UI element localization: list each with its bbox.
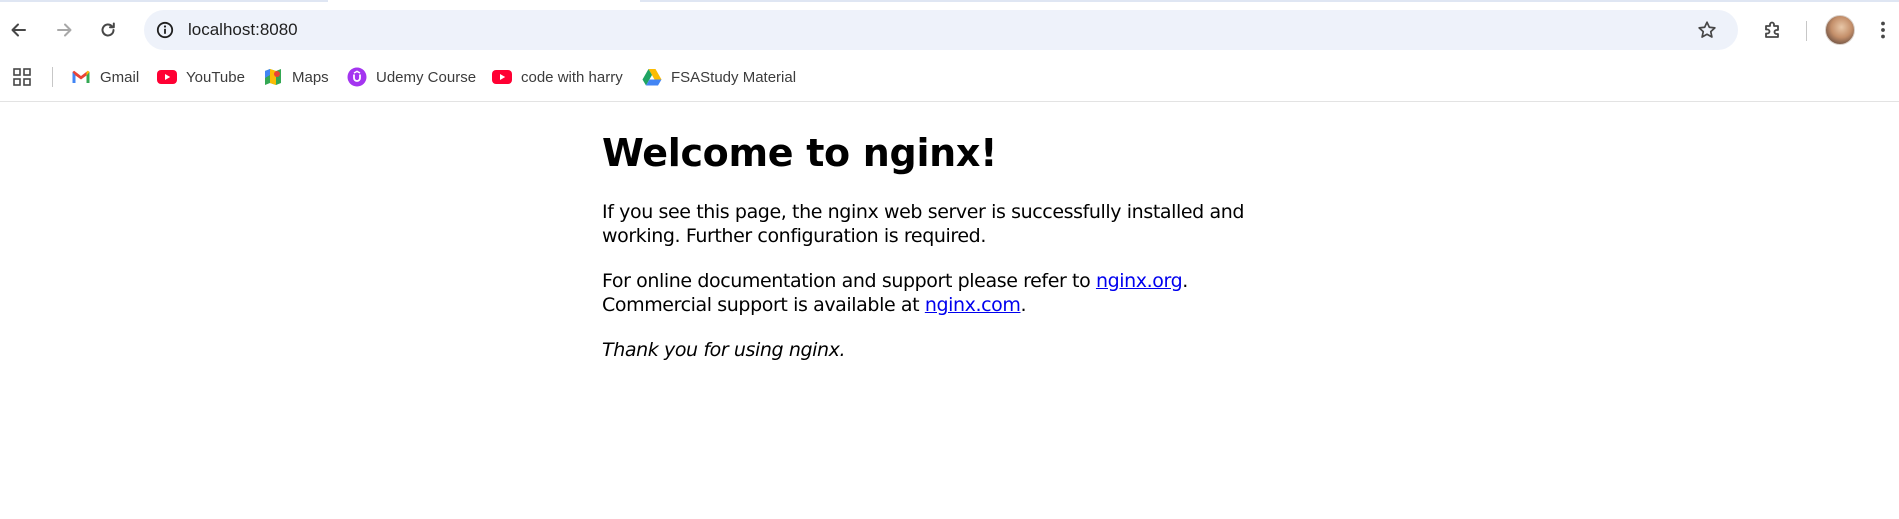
- page-title: Welcome to nginx!: [602, 131, 998, 175]
- back-button[interactable]: [2, 13, 36, 47]
- intro-paragraph: If you see this page, the nginx web serv…: [602, 201, 1244, 247]
- menu-button[interactable]: [1866, 13, 1899, 47]
- bookmark-code-with-harry[interactable]: code with harry: [492, 65, 623, 89]
- drive-icon: [642, 67, 662, 87]
- bookmarks-bar: Gmail YouTube Maps Udemy Course code wit…: [0, 53, 1899, 102]
- url-text[interactable]: localhost:8080: [188, 10, 298, 50]
- reload-icon: [101, 22, 115, 37]
- bookmark-star-icon[interactable]: [1696, 19, 1718, 41]
- profile-avatar[interactable]: [1825, 15, 1855, 45]
- bookmark-label: Udemy Course: [376, 68, 477, 86]
- apps-grid-icon[interactable]: [12, 67, 32, 87]
- docs-paragraph: For online documentation and support ple…: [602, 269, 1262, 317]
- bookmark-udemy[interactable]: Udemy Course: [347, 65, 476, 89]
- bookmarks-separator: [52, 67, 53, 87]
- browser-toolbar: localhost:8080: [0, 7, 1899, 53]
- nginx-com-link[interactable]: nginx.com: [925, 294, 1021, 316]
- commercial-period: .: [1020, 294, 1027, 316]
- thanks-text: Thank you for using nginx.: [602, 339, 846, 361]
- address-bar[interactable]: localhost:8080: [144, 10, 1738, 50]
- youtube-icon: [492, 67, 512, 87]
- gmail-icon: [71, 67, 91, 87]
- udemy-icon: [347, 67, 367, 87]
- arrow-left-icon: [11, 23, 26, 37]
- nginx-welcome-content: Welcome to nginx! If you see this page, …: [602, 130, 1262, 362]
- bookmark-gmail[interactable]: Gmail: [71, 65, 139, 89]
- bookmark-youtube[interactable]: YouTube: [157, 65, 245, 89]
- bookmark-maps[interactable]: Maps: [263, 65, 329, 89]
- youtube-icon: [157, 67, 177, 87]
- docs-period: .: [1182, 270, 1188, 292]
- docs-text: For online documentation and support ple…: [602, 270, 1096, 292]
- thanks-paragraph: Thank you for using nginx.: [602, 338, 1262, 362]
- bookmark-label: code with harry: [521, 68, 623, 86]
- site-info-icon[interactable]: [154, 19, 176, 41]
- forward-button[interactable]: [47, 13, 81, 47]
- more-vertical-icon: [1881, 21, 1885, 39]
- nginx-org-link[interactable]: nginx.org: [1096, 270, 1183, 292]
- puzzle-icon: [1765, 21, 1779, 38]
- page-viewport: Welcome to nginx! If you see this page, …: [0, 102, 1899, 519]
- maps-icon: [263, 67, 283, 87]
- commercial-text: Commercial support is available at: [602, 294, 925, 316]
- reload-button[interactable]: [91, 13, 125, 47]
- bookmark-fsastudy[interactable]: FSAStudy Material: [642, 65, 796, 89]
- bookmark-label: Maps: [292, 68, 329, 86]
- browser-window: localhost:8080 Gmail YouTube Maps Udemy …: [0, 0, 1899, 519]
- extensions-button[interactable]: [1756, 13, 1790, 47]
- bookmark-label: FSAStudy Material: [671, 68, 797, 86]
- bookmark-label: Gmail: [100, 68, 140, 86]
- bookmark-label: YouTube: [186, 68, 245, 86]
- toolbar-divider: [1806, 21, 1807, 41]
- tab-strip-edge: [0, 0, 1899, 7]
- arrow-right-icon: [57, 23, 72, 37]
